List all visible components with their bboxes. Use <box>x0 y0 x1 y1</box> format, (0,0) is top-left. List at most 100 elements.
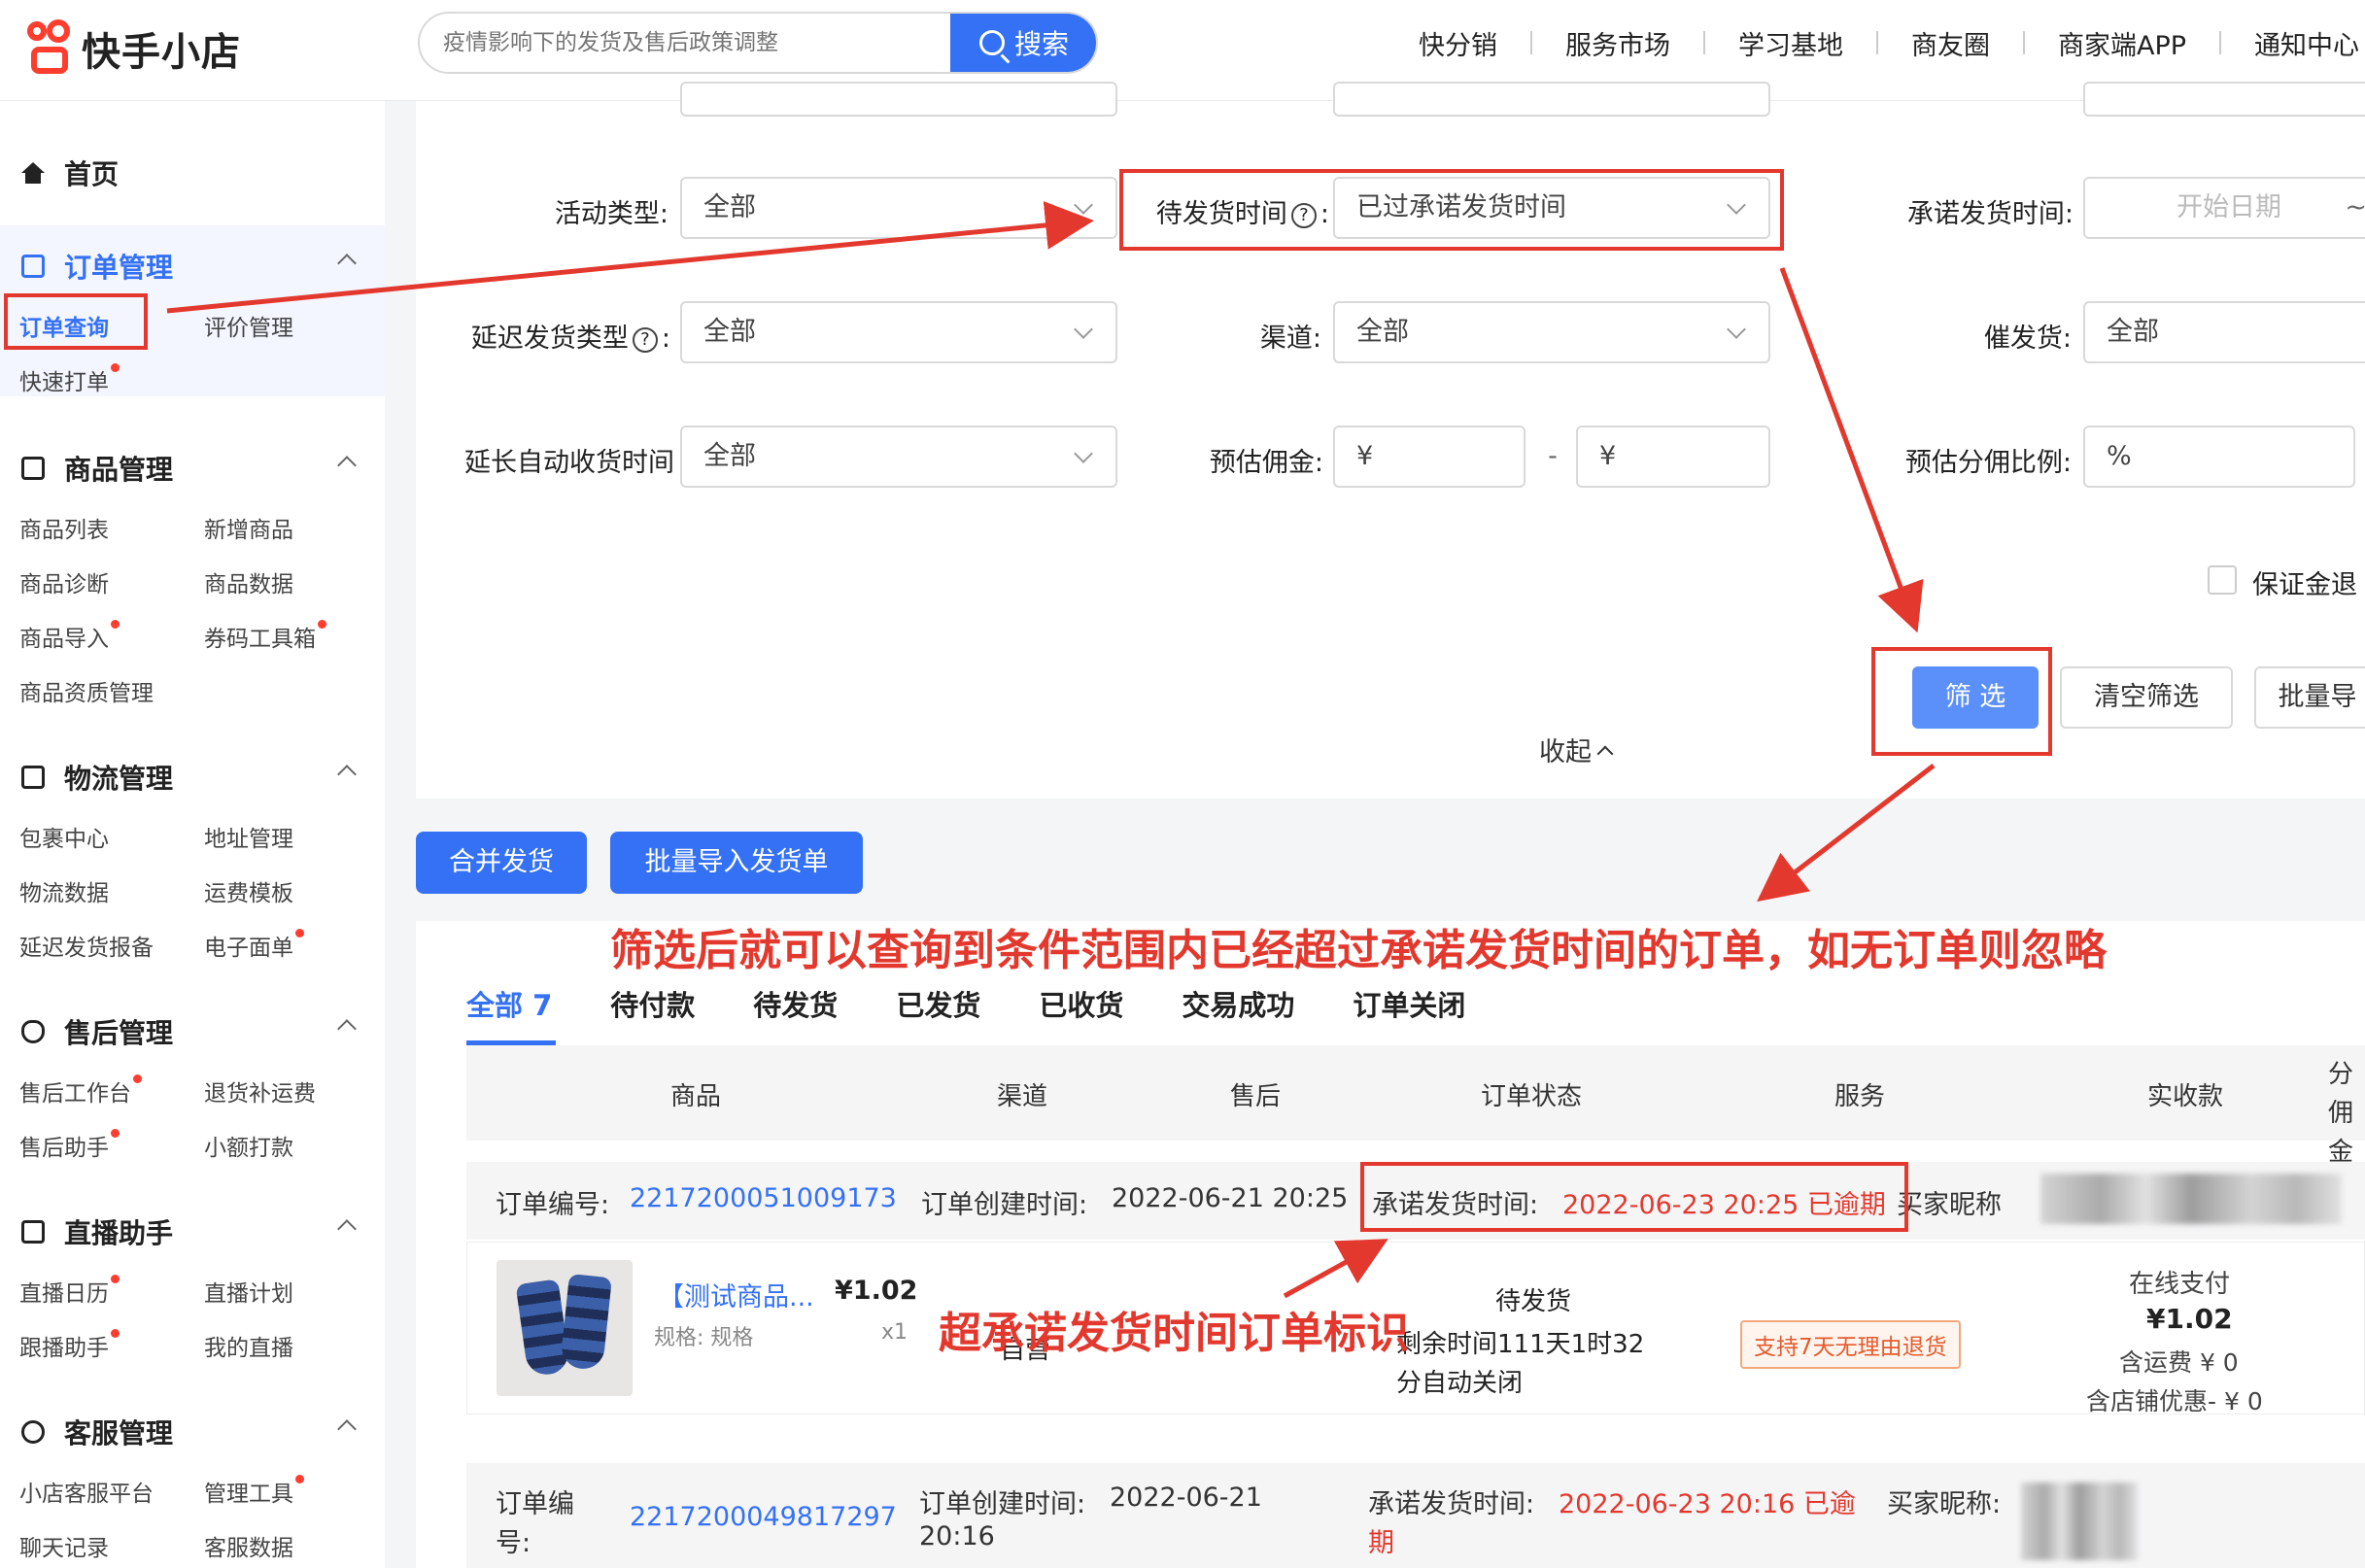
batch-import-button[interactable]: 批量导入发货单 <box>610 832 863 894</box>
nav-service-market[interactable]: 服务市场 <box>1565 24 1670 62</box>
product-image[interactable] <box>497 1260 633 1396</box>
sidebar-item-e-waybill[interactable]: 电子面单 <box>204 929 304 962</box>
chevron-down-icon <box>1074 195 1093 215</box>
sidebar-item-quick-print[interactable]: 快速打单 <box>19 363 120 396</box>
sidebar-item-aftersale-workbench[interactable]: 售后工作台 <box>19 1074 142 1108</box>
sidebar-item-live-calendar[interactable]: 直播日历 <box>19 1275 120 1308</box>
clear-filter-button[interactable]: 清空筛选 <box>2060 666 2233 729</box>
logo[interactable]: 快手小店 <box>25 17 241 80</box>
delay-type-select[interactable]: 全部 <box>680 301 1117 363</box>
sidebar-item-product-diagnose[interactable]: 商品诊断 <box>19 565 109 598</box>
partial-input[interactable] <box>680 82 1117 117</box>
sidebar-section-orders[interactable]: 订单管理 <box>21 247 357 286</box>
sidebar-item-delay-report[interactable]: 延迟发货报备 <box>19 929 154 962</box>
sidebar-item-coupon-tools[interactable]: 券码工具箱 <box>204 620 326 653</box>
sidebar-item-live-plan[interactable]: 直播计划 <box>204 1275 293 1308</box>
sidebar-item-aftersale-assistant[interactable]: 售后助手 <box>19 1129 120 1162</box>
sidebar-item-my-live[interactable]: 我的直播 <box>204 1329 293 1362</box>
nav-merchant-circle[interactable]: 商友圈 <box>1911 24 1990 62</box>
sidebar-item-logistics-data[interactable]: 物流数据 <box>19 874 109 907</box>
chevron-up-icon <box>337 456 357 475</box>
sidebar-item-cs-data[interactable]: 客服数据 <box>204 1529 293 1562</box>
sidebar-item-return-freight[interactable]: 退货补运费 <box>204 1074 316 1108</box>
col-channel: 渠道 <box>997 1082 1048 1111</box>
commission-min-input[interactable]: ¥ <box>1333 426 1525 488</box>
start-date-input[interactable]: 开始日期 ~ <box>2083 177 2365 239</box>
sidebar-item-parcel-center[interactable]: 包裹中心 <box>19 820 109 853</box>
nav-notification[interactable]: 通知中心 <box>2254 24 2359 62</box>
merge-ship-button[interactable]: 合并发货 <box>416 832 587 894</box>
search-icon <box>978 30 1005 55</box>
activity-type-label: 活动类型: <box>554 199 668 229</box>
buyer-label: 买家昵称: <box>1887 1489 2002 1519</box>
annotation-box-filter-button <box>1871 647 2052 756</box>
tab-closed[interactable]: 订单关闭 <box>1353 983 1465 1024</box>
channel-select[interactable]: 全部 <box>1333 301 1770 363</box>
help-icon[interactable]: ? <box>632 326 658 353</box>
product-spec: 规格: 规格 <box>654 1326 754 1350</box>
urge-select[interactable]: 全部 <box>2083 301 2365 363</box>
commission-label: 预估佣金: <box>1209 448 1323 478</box>
sidebar-item-reviews[interactable]: 评价管理 <box>204 309 293 342</box>
search-button[interactable]: 搜索 <box>950 14 1096 72</box>
top-nav: 快分销 服务市场 学习基地 商友圈 商家端APP 通知中心 <box>1419 21 2359 64</box>
tab-success[interactable]: 交易成功 <box>1182 983 1294 1024</box>
annotation-box-overdue-mark <box>1360 1162 1908 1232</box>
partial-input[interactable] <box>2083 82 2365 117</box>
bag-icon <box>21 457 45 480</box>
nav-merchant-app[interactable]: 商家端APP <box>2058 24 2186 62</box>
red-dot <box>111 1129 120 1138</box>
col-paid: 实收款 <box>2147 1082 2224 1111</box>
tab-unpaid[interactable]: 待付款 <box>610 983 695 1024</box>
sidebar-item-live-follow[interactable]: 跟播助手 <box>19 1329 120 1362</box>
label: 跟播助手 <box>19 1336 109 1361</box>
deposit-checkbox[interactable] <box>2208 565 2237 595</box>
collapse-toggle[interactable]: 收起 <box>1539 731 1614 768</box>
sidebar-item-cs-platform[interactable]: 小店客服平台 <box>19 1475 154 1508</box>
channel-label: 渠道: <box>1259 324 1321 354</box>
sidebar-item-product-list[interactable]: 商品列表 <box>19 511 109 544</box>
ratio-input[interactable]: % <box>2083 426 2355 488</box>
nav-learning[interactable]: 学习基地 <box>1738 24 1843 62</box>
sidebar-item-new-product[interactable]: 新增商品 <box>204 511 293 544</box>
tab-all[interactable]: 全部 7 <box>466 983 557 1045</box>
activity-type-select[interactable]: 全部 <box>680 177 1117 239</box>
sidebar-item-qualification[interactable]: 商品资质管理 <box>19 674 154 707</box>
batch-export-button[interactable]: 批量导 <box>2254 666 2365 729</box>
tab-shipped[interactable]: 已发货 <box>896 983 980 1024</box>
extend-time-select[interactable]: 全部 <box>680 426 1117 488</box>
order-no-link[interactable]: 2217200049817297 <box>630 1502 897 1532</box>
sidebar-item-freight-template[interactable]: 运费模板 <box>204 874 293 907</box>
sidebar-section-aftersale[interactable]: 售后管理 <box>21 1012 357 1051</box>
sidebar-section-live[interactable]: 直播助手 <box>21 1212 357 1251</box>
sidebar-home[interactable]: 首页 <box>21 153 119 192</box>
search-input[interactable] <box>443 25 929 60</box>
sidebar-item-mgmt-tools[interactable]: 管理工具 <box>204 1475 304 1508</box>
value: 全部 <box>2107 317 2159 347</box>
sidebar-section-cs[interactable]: 客服管理 <box>21 1413 357 1451</box>
commission-max-input[interactable]: ¥ <box>1576 426 1770 488</box>
sidebar-item-product-import[interactable]: 商品导入 <box>19 620 120 653</box>
red-dot <box>111 1329 120 1338</box>
section-title: 直播助手 <box>64 1217 174 1249</box>
section-title: 客服管理 <box>64 1417 174 1449</box>
shipping-fee: 含运费 ¥ 0 <box>2119 1348 2239 1377</box>
product-name-link[interactable]: 【测试商品... <box>658 1276 814 1313</box>
buyer-label: 买家昵称 <box>1897 1190 2002 1220</box>
created-label: 订单创建时间: <box>921 1190 1088 1220</box>
order-no-label: 订单编号: <box>496 1190 610 1220</box>
sidebar-item-small-payment[interactable]: 小额打款 <box>204 1129 293 1162</box>
sidebar-section-logistics[interactable]: 物流管理 <box>21 758 357 797</box>
partial-input[interactable] <box>1333 82 1770 117</box>
tab-to-ship[interactable]: 待发货 <box>753 983 838 1024</box>
sidebar-item-chat-history[interactable]: 聊天记录 <box>19 1529 109 1562</box>
order-no-link[interactable]: 2217200051009173 <box>630 1183 897 1213</box>
label: 收起 <box>1539 737 1592 767</box>
sidebar-section-products[interactable]: 商品管理 <box>21 449 357 488</box>
sidebar-item-address[interactable]: 地址管理 <box>204 820 293 853</box>
order-tabs: 全部 7 待付款 待发货 已发货 已收货 交易成功 订单关闭 <box>466 983 1524 1045</box>
tab-received[interactable]: 已收货 <box>1039 983 1123 1024</box>
section-title: 售后管理 <box>64 1017 174 1049</box>
nav-kuaifenxiao[interactable]: 快分销 <box>1419 24 1497 62</box>
sidebar-item-product-data[interactable]: 商品数据 <box>204 565 293 598</box>
